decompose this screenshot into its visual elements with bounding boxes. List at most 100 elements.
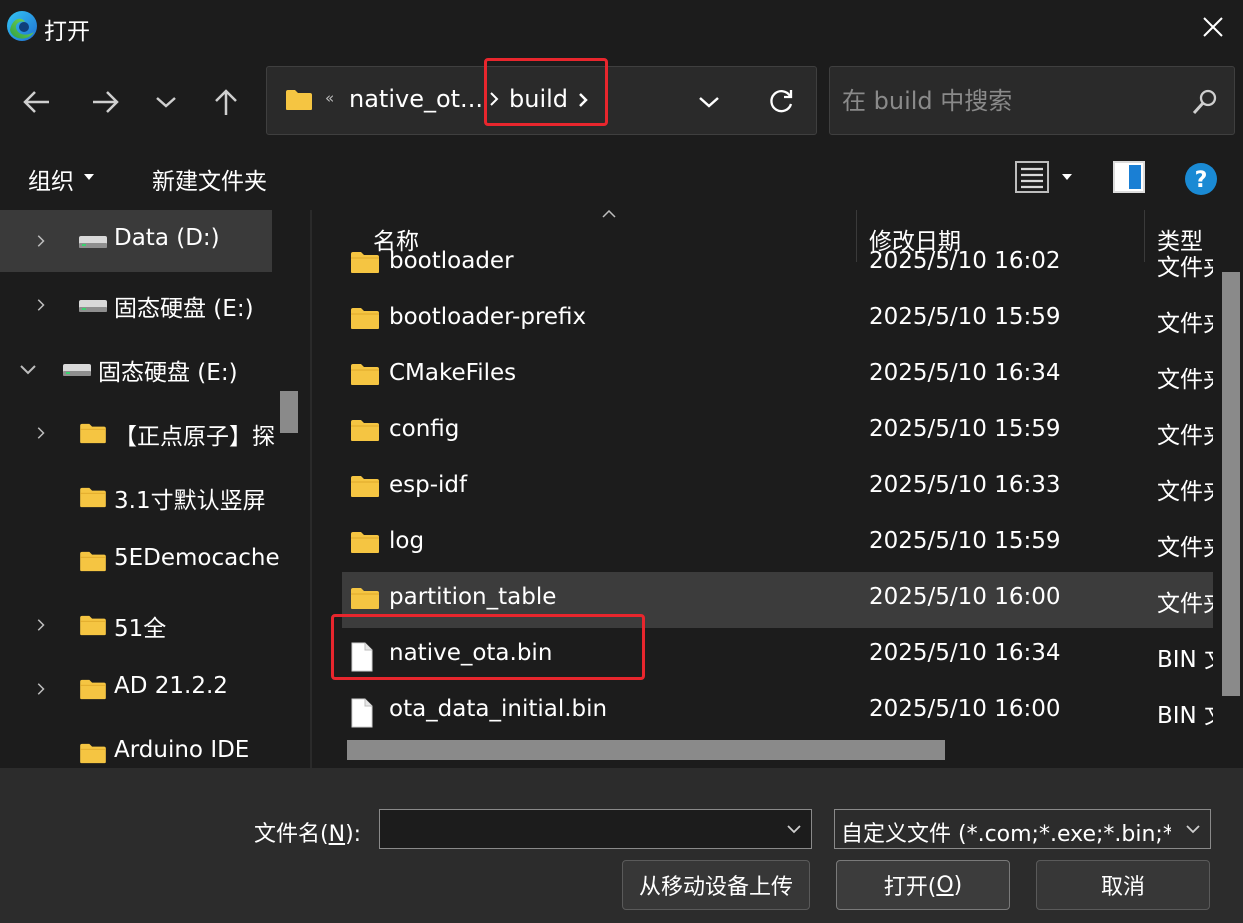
list-view-icon[interactable] (1014, 160, 1050, 194)
file-type: 文件夹 (1157, 311, 1213, 337)
drive-icon (78, 294, 108, 316)
folder-icon (350, 586, 380, 614)
breadcrumb-build[interactable]: build (509, 85, 568, 113)
file-row[interactable]: config 2025/5/10 15:59 文件夹 (342, 404, 1213, 460)
help-icon[interactable]: ? (1184, 162, 1218, 196)
address-dropdown-button[interactable] (691, 85, 727, 119)
nav-scrollbar-thumb[interactable] (280, 391, 298, 433)
file-type: 文件夹 (1157, 479, 1213, 505)
sidebar-item-label: Arduino IDE (114, 737, 250, 763)
file-row[interactable]: native_ota.bin 2025/5/10 16:34 BIN 文件 (342, 628, 1213, 684)
command-bar: 组织 新建文件夹 ? (0, 148, 1243, 208)
file-row[interactable]: bootloader 2025/5/10 16:02 文件夹 (342, 236, 1213, 292)
folder-icon (350, 530, 380, 558)
chevron-right-icon[interactable] (36, 296, 48, 314)
file-name: bootloader (389, 248, 514, 274)
file-date: 2025/5/10 15:59 (869, 416, 1061, 442)
file-date: 2025/5/10 16:34 (869, 360, 1061, 386)
sort-up-icon (602, 210, 616, 218)
close-button[interactable] (1183, 0, 1243, 54)
chevron-right-icon[interactable] (36, 232, 48, 250)
up-button[interactable] (206, 82, 246, 122)
preview-pane-icon[interactable] (1112, 160, 1146, 194)
sidebar-item-label: 51全 (114, 616, 167, 642)
sidebar-item[interactable]: 3.1寸默认竖屏 (0, 466, 272, 528)
chevron-down-icon[interactable] (20, 360, 36, 378)
folder-icon (78, 742, 108, 764)
sidebar-item[interactable]: 固态硬盘 (E:) (0, 274, 272, 336)
search-input[interactable] (842, 81, 1172, 121)
chevron-down-icon (699, 97, 719, 108)
refresh-button[interactable] (761, 83, 801, 121)
chevron-right-icon[interactable] (36, 616, 48, 634)
file-icon (350, 698, 380, 728)
breadcrumb-native-ota[interactable]: native_ot... (349, 85, 483, 113)
address-overflow[interactable]: « (325, 89, 334, 107)
file-row[interactable]: log 2025/5/10 15:59 文件夹 (342, 516, 1213, 572)
cancel-button[interactable]: 取消 (1036, 860, 1210, 910)
address-bar[interactable]: « native_ot... build (266, 66, 817, 135)
chevron-down-icon[interactable] (1186, 824, 1200, 834)
chevron-down-icon (156, 97, 176, 108)
file-list-vscroll-thumb[interactable] (1222, 272, 1240, 696)
upload-from-mobile-button[interactable]: 从移动设备上传 (622, 860, 810, 910)
file-date: 2025/5/10 16:02 (869, 248, 1061, 274)
search-box[interactable] (829, 66, 1235, 135)
chevron-right-icon[interactable] (36, 424, 48, 442)
sidebar-item[interactable]: AD 21.2.2 (0, 658, 272, 720)
sidebar-item[interactable]: 5EDemocache (0, 530, 280, 592)
chevron-right-icon[interactable] (577, 89, 589, 111)
file-row[interactable]: partition_table 2025/5/10 16:00 文件夹 (342, 572, 1213, 628)
file-list[interactable]: 名称 修改日期 类型 bootloader2025/5/10 16:02文件夹b… (312, 210, 1243, 768)
organize-menu[interactable]: 组织 (28, 162, 74, 196)
edge-icon (7, 11, 37, 41)
sidebar-item[interactable]: 固态硬盘 (E:) (0, 338, 272, 400)
chevron-right-icon[interactable] (489, 89, 499, 109)
sidebar-item[interactable]: Arduino IDE (0, 722, 272, 768)
sidebar-item-label: 5EDemocache (114, 545, 280, 571)
chevron-right-icon[interactable] (36, 680, 48, 698)
window-title: 打开 (44, 19, 90, 45)
chevron-down-icon[interactable] (787, 824, 801, 834)
new-folder-button[interactable]: 新建文件夹 (152, 162, 267, 196)
folder-icon (350, 474, 380, 502)
search-icon[interactable] (1190, 87, 1220, 117)
navigation-pane[interactable]: Data (D:) 固态硬盘 (E:) 固态硬盘 (E:) 【正点原子】探 3.1寸默认… (0, 210, 305, 768)
forward-button[interactable] (86, 82, 126, 122)
sidebar-item[interactable]: Data (D:) (0, 210, 272, 272)
file-icon (350, 642, 380, 672)
file-type: 文件夹 (1157, 367, 1213, 393)
nav-scrollbar[interactable] (278, 210, 300, 768)
file-list-hscroll-thumb[interactable] (347, 740, 945, 760)
back-button[interactable] (16, 82, 56, 122)
sidebar-item[interactable]: 51全 (0, 594, 272, 656)
file-date: 2025/5/10 16:34 (869, 640, 1061, 666)
file-row[interactable]: bootloader-prefix 2025/5/10 15:59 文件夹 (342, 292, 1213, 348)
file-name: bootloader-prefix (389, 304, 587, 330)
folder-icon (350, 362, 380, 390)
recent-locations-button[interactable] (146, 82, 186, 122)
folder-icon (350, 418, 380, 446)
file-name: partition_table (389, 584, 557, 610)
file-name: log (389, 528, 425, 554)
filename-input[interactable] (386, 814, 766, 844)
filename-combobox[interactable] (379, 809, 812, 849)
file-row[interactable]: CMakeFiles 2025/5/10 16:34 文件夹 (342, 348, 1213, 404)
up-arrow-icon (215, 89, 237, 115)
caret-down-icon[interactable] (84, 174, 94, 180)
folder-icon (78, 550, 108, 572)
file-type: 文件夹 (1157, 591, 1213, 617)
file-row[interactable]: ota_data_initial.bin 2025/5/10 16:00 BIN 文… (342, 684, 1213, 740)
file-type: 文件夹 (1157, 423, 1213, 449)
file-row[interactable]: esp-idf 2025/5/10 16:33 文件夹 (342, 460, 1213, 516)
file-name: ota_data_initial.bin (389, 696, 608, 722)
file-type-select[interactable]: 自定义文件 (*.com;*.exe;*.bin;* (834, 809, 1211, 849)
file-name: config (389, 416, 460, 442)
open-button[interactable]: 打开(O) (836, 860, 1010, 910)
file-type: 文件夹 (1157, 535, 1213, 561)
sidebar-item[interactable]: 【正点原子】探 (0, 402, 275, 464)
file-name: CMakeFiles (389, 360, 517, 386)
caret-down-icon[interactable] (1062, 174, 1072, 180)
drive-icon (78, 230, 108, 252)
folder-icon (350, 306, 380, 334)
